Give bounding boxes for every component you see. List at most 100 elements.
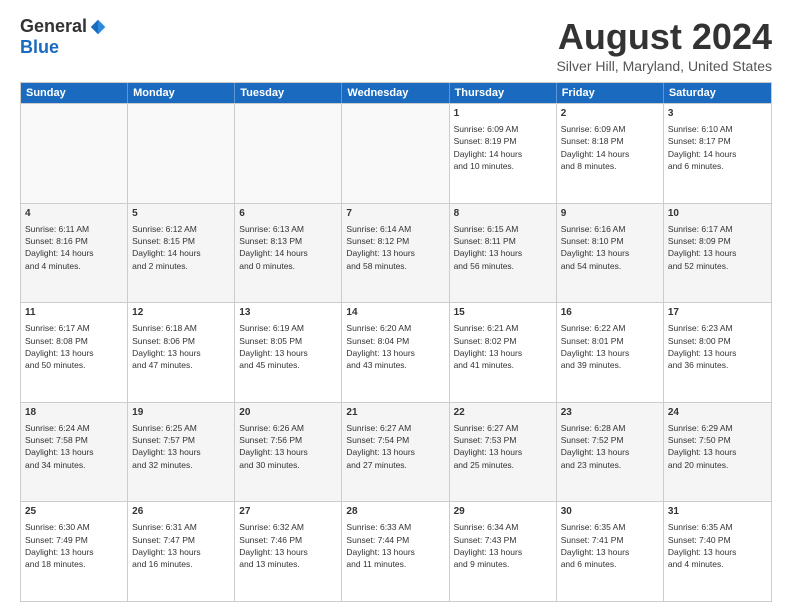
day-info: Sunrise: 6:34 AM Sunset: 7:43 PM Dayligh… [454,521,552,570]
calendar-cell: 31 Sunrise: 6:35 AM Sunset: 7:40 PM Dayli… [664,502,771,601]
day-info: Sunrise: 6:17 AM Sunset: 8:08 PM Dayligh… [25,322,123,371]
calendar-cell: 18Sunrise: 6:24 AM Sunset: 7:58 PM Dayli… [21,403,128,502]
day-info: Sunrise: 6:27 AM Sunset: 7:54 PM Dayligh… [346,422,444,471]
calendar-row-5: 25Sunrise: 6:30 AM Sunset: 7:49 PM Dayli… [21,501,771,601]
day-number: 10 [668,207,767,221]
day-info: Sunrise: 6:22 AM Sunset: 8:01 PM Dayligh… [561,322,659,371]
day-info: Sunrise: 6:23 AM Sunset: 8:00 PM Dayligh… [668,322,767,371]
calendar-cell: 9 Sunrise: 6:16 AM Sunset: 8:10 PM Daylig… [557,204,664,303]
calendar-cell: 3Sunrise: 6:10 AM Sunset: 8:17 PM Daylig… [664,104,771,203]
day-number: 28 [346,505,444,519]
day-info: Sunrise: 6:25 AM Sunset: 7:57 PM Dayligh… [132,422,230,471]
calendar-cell: 24 Sunrise: 6:29 AM Sunset: 7:50 PM Dayli… [664,403,771,502]
day-number: 26 [132,505,230,519]
day-number: 6 [239,207,337,221]
day-number: 4 [25,207,123,221]
calendar-cell: 27 Sunrise: 6:32 AM Sunset: 7:46 PM Dayli… [235,502,342,601]
day-info: Sunrise: 6:30 AM Sunset: 7:49 PM Dayligh… [25,521,123,570]
day-info: Sunrise: 6:29 AM Sunset: 7:50 PM Dayligh… [668,422,767,471]
header-day-wednesday: Wednesday [342,83,449,103]
calendar-cell: 16 Sunrise: 6:22 AM Sunset: 8:01 PM Dayli… [557,303,664,402]
calendar-cell [342,104,449,203]
calendar-cell: 19 Sunrise: 6:25 AM Sunset: 7:57 PM Dayli… [128,403,235,502]
calendar: SundayMondayTuesdayWednesdayThursdayFrid… [20,82,772,602]
calendar-body: 1 Sunrise: 6:09 AM Sunset: 8:19 PM Daylig… [21,103,771,601]
day-info: Sunrise: 6:12 AM Sunset: 8:15 PM Dayligh… [132,223,230,272]
day-info: Sunrise: 6:28 AM Sunset: 7:52 PM Dayligh… [561,422,659,471]
calendar-cell: 1 Sunrise: 6:09 AM Sunset: 8:19 PM Daylig… [450,104,557,203]
calendar-cell: 15 Sunrise: 6:21 AM Sunset: 8:02 PM Dayli… [450,303,557,402]
day-number: 1 [454,107,552,121]
calendar-cell: 26 Sunrise: 6:31 AM Sunset: 7:47 PM Dayli… [128,502,235,601]
day-info: Sunrise: 6:35 AM Sunset: 7:41 PM Dayligh… [561,521,659,570]
calendar-cell: 6Sunrise: 6:13 AM Sunset: 8:13 PM Daylig… [235,204,342,303]
day-info: Sunrise: 6:33 AM Sunset: 7:44 PM Dayligh… [346,521,444,570]
header-day-saturday: Saturday [664,83,771,103]
day-info: Sunrise: 6:14 AM Sunset: 8:12 PM Dayligh… [346,223,444,272]
day-info: Sunrise: 6:16 AM Sunset: 8:10 PM Dayligh… [561,223,659,272]
calendar-cell: 13 Sunrise: 6:19 AM Sunset: 8:05 PM Dayli… [235,303,342,402]
calendar-cell: 29 Sunrise: 6:34 AM Sunset: 7:43 PM Dayli… [450,502,557,601]
day-number: 19 [132,406,230,420]
day-info: Sunrise: 6:10 AM Sunset: 8:17 PM Dayligh… [668,123,767,172]
day-info: Sunrise: 6:21 AM Sunset: 8:02 PM Dayligh… [454,322,552,371]
day-info: Sunrise: 6:17 AM Sunset: 8:09 PM Dayligh… [668,223,767,272]
day-number: 20 [239,406,337,420]
calendar-cell: 17 Sunrise: 6:23 AM Sunset: 8:00 PM Dayli… [664,303,771,402]
calendar-cell: 12Sunrise: 6:18 AM Sunset: 8:06 PM Dayli… [128,303,235,402]
day-number: 30 [561,505,659,519]
day-info: Sunrise: 6:11 AM Sunset: 8:16 PM Dayligh… [25,223,123,272]
calendar-cell: 23 Sunrise: 6:28 AM Sunset: 7:52 PM Dayli… [557,403,664,502]
calendar-row-1: 1 Sunrise: 6:09 AM Sunset: 8:19 PM Daylig… [21,103,771,203]
day-number: 9 [561,207,659,221]
logo-blue-text: Blue [20,37,59,58]
calendar-cell [21,104,128,203]
day-number: 23 [561,406,659,420]
day-number: 24 [668,406,767,420]
calendar-cell [128,104,235,203]
logo-icon [89,18,107,36]
day-number: 5 [132,207,230,221]
calendar-cell: 7 Sunrise: 6:14 AM Sunset: 8:12 PM Daylig… [342,204,449,303]
calendar-row-4: 18Sunrise: 6:24 AM Sunset: 7:58 PM Dayli… [21,402,771,502]
title-block: August 2024 Silver Hill, Maryland, Unite… [556,16,772,74]
header-day-monday: Monday [128,83,235,103]
calendar-cell: 4 Sunrise: 6:11 AM Sunset: 8:16 PM Daylig… [21,204,128,303]
day-number: 14 [346,306,444,320]
day-info: Sunrise: 6:26 AM Sunset: 7:56 PM Dayligh… [239,422,337,471]
day-number: 17 [668,306,767,320]
day-info: Sunrise: 6:19 AM Sunset: 8:05 PM Dayligh… [239,322,337,371]
calendar-cell [235,104,342,203]
day-info: Sunrise: 6:20 AM Sunset: 8:04 PM Dayligh… [346,322,444,371]
calendar-cell: 14 Sunrise: 6:20 AM Sunset: 8:04 PM Dayli… [342,303,449,402]
page: General Blue August 2024 Silver Hill, Ma… [0,0,792,612]
day-number: 27 [239,505,337,519]
calendar-cell: 28 Sunrise: 6:33 AM Sunset: 7:44 PM Dayli… [342,502,449,601]
day-number: 21 [346,406,444,420]
day-number: 15 [454,306,552,320]
header-day-friday: Friday [557,83,664,103]
day-number: 8 [454,207,552,221]
location: Silver Hill, Maryland, United States [556,58,772,74]
day-info: Sunrise: 6:15 AM Sunset: 8:11 PM Dayligh… [454,223,552,272]
day-number: 31 [668,505,767,519]
header-day-thursday: Thursday [450,83,557,103]
day-number: 16 [561,306,659,320]
day-number: 13 [239,306,337,320]
day-info: Sunrise: 6:32 AM Sunset: 7:46 PM Dayligh… [239,521,337,570]
day-info: Sunrise: 6:18 AM Sunset: 8:06 PM Dayligh… [132,322,230,371]
day-info: Sunrise: 6:09 AM Sunset: 8:18 PM Dayligh… [561,123,659,172]
calendar-cell: 5 Sunrise: 6:12 AM Sunset: 8:15 PM Daylig… [128,204,235,303]
day-info: Sunrise: 6:09 AM Sunset: 8:19 PM Dayligh… [454,123,552,172]
calendar-header: SundayMondayTuesdayWednesdayThursdayFrid… [21,83,771,103]
calendar-cell: 10 Sunrise: 6:17 AM Sunset: 8:09 PM Dayli… [664,204,771,303]
day-number: 29 [454,505,552,519]
day-number: 2 [561,107,659,121]
calendar-row-3: 11Sunrise: 6:17 AM Sunset: 8:08 PM Dayli… [21,302,771,402]
calendar-cell: 21 Sunrise: 6:27 AM Sunset: 7:54 PM Dayli… [342,403,449,502]
day-info: Sunrise: 6:31 AM Sunset: 7:47 PM Dayligh… [132,521,230,570]
day-number: 7 [346,207,444,221]
day-info: Sunrise: 6:35 AM Sunset: 7:40 PM Dayligh… [668,521,767,570]
header-day-tuesday: Tuesday [235,83,342,103]
day-number: 22 [454,406,552,420]
